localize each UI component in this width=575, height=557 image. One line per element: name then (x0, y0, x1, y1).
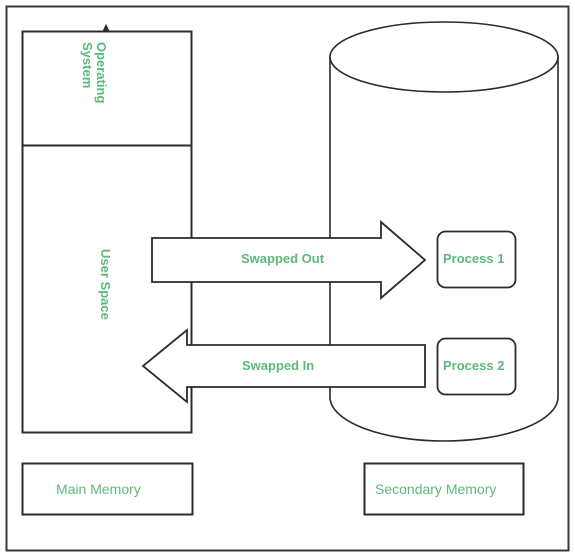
process-1-label: Process 1 (443, 251, 505, 266)
diagram-canvas: Operating System User Space Swapped Out S… (0, 0, 575, 557)
swapped-in-label: Swapped In (242, 358, 315, 373)
cylinder-top-ellipse (329, 21, 559, 93)
operating-system-label: Operating System (80, 42, 109, 104)
process-2-label: Process 2 (443, 358, 505, 373)
main-memory-legend-label: Main Memory (56, 481, 141, 497)
top-edge-marker-icon (102, 23, 110, 32)
swapped-out-label: Swapped Out (241, 251, 325, 266)
secondary-memory-legend-label: Secondary Memory (375, 481, 497, 497)
user-space-label: User Space (98, 249, 113, 320)
